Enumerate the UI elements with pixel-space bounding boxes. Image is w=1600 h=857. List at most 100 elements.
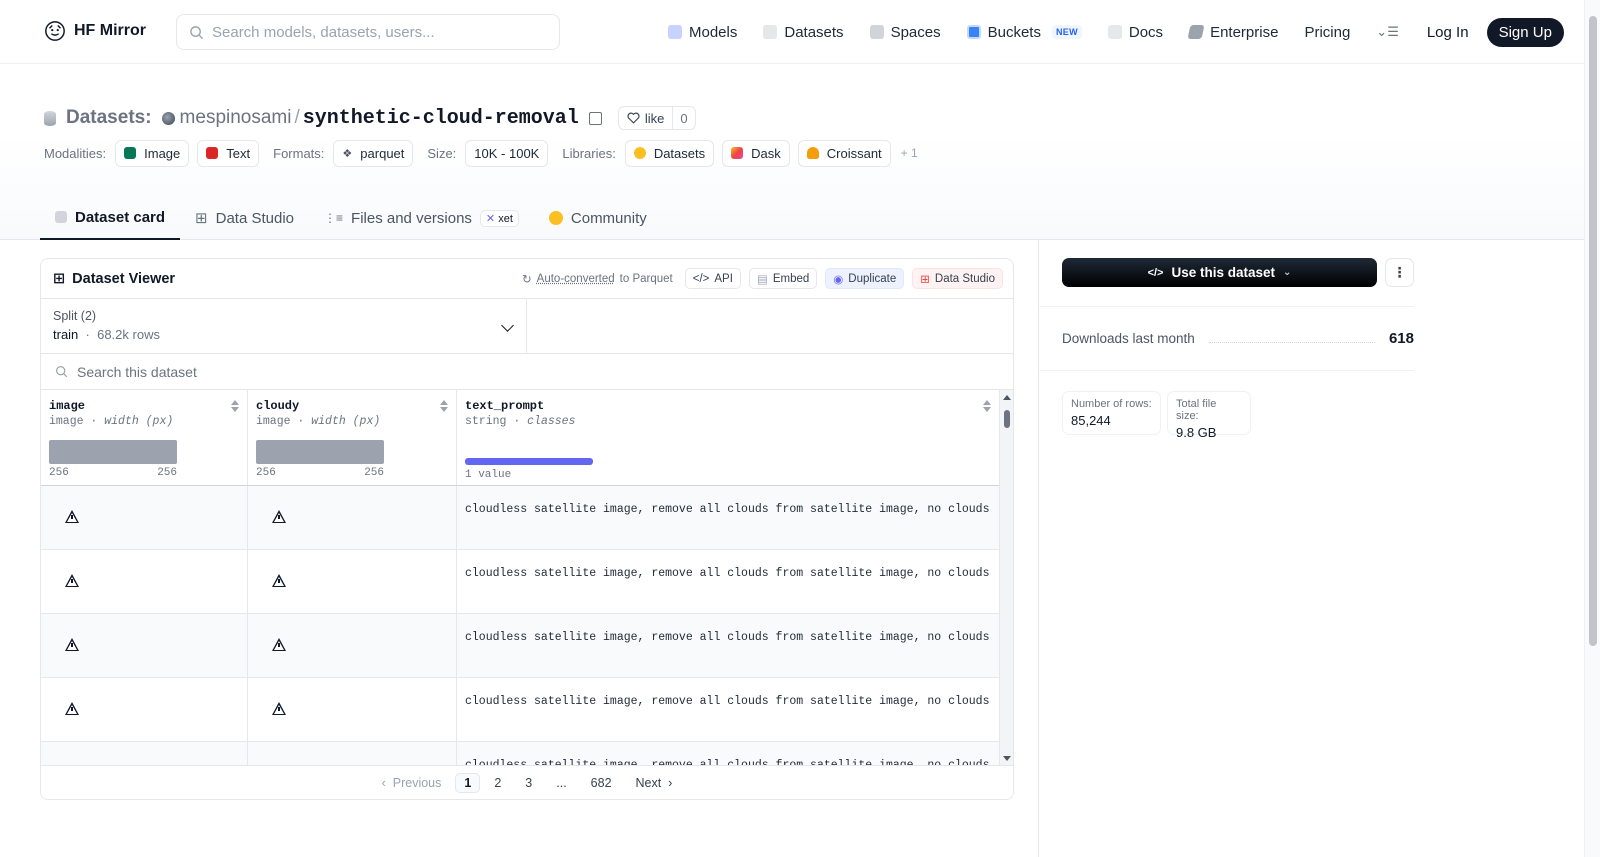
library-dask[interactable]: Dask: [722, 139, 790, 167]
data-table: image image · width (px) 256 256 cloudy i…: [41, 390, 1013, 766]
use-this-dataset-button[interactable]: </> Use this dataset ⌄: [1062, 258, 1377, 287]
table-row[interactable]: cloudless satellite image, remove all cl…: [41, 486, 1013, 550]
cloudy-cell[interactable]: [248, 550, 457, 613]
text-prompt-cell[interactable]: cloudless satellite image, remove all cl…: [457, 550, 999, 613]
table-row[interactable]: cloudless satellite image, remove all cl…: [41, 614, 1013, 678]
hf-datasets-icon: [633, 147, 646, 159]
nav-models[interactable]: Models: [668, 24, 737, 41]
page-1-button[interactable]: 1: [455, 772, 481, 793]
page-682-button[interactable]: 682: [581, 774, 622, 792]
page-scroll-thumb[interactable]: [1589, 16, 1597, 646]
embed-button[interactable]: ▤ Embed: [748, 268, 818, 289]
scroll-up-icon[interactable]: [1003, 395, 1011, 400]
sort-icon[interactable]: [983, 400, 991, 412]
title-prefix[interactable]: Datasets:: [66, 107, 152, 129]
modalities-group: Modalities: Image Text: [44, 139, 267, 167]
like-button[interactable]: like 0: [617, 106, 696, 130]
table-row[interactable]: cloudless satellite image, remove all cl…: [41, 742, 1013, 766]
cloudy-cell[interactable]: [248, 742, 457, 766]
hf-mirror-logo-icon: [45, 21, 65, 41]
nav-buckets[interactable]: Buckets NEW: [966, 24, 1082, 41]
nav-spaces[interactable]: Spaces: [869, 24, 941, 41]
nav-enterprise[interactable]: Enterprise: [1187, 24, 1278, 41]
kebab-icon: ⋮: [1392, 264, 1407, 280]
tab-data-studio[interactable]: ⊞ Data Studio: [180, 196, 309, 240]
dataset-name[interactable]: synthetic-cloud-removal: [303, 107, 579, 130]
refresh-icon: ↻: [522, 273, 532, 286]
data-studio-button[interactable]: ⊞ Data Studio: [912, 268, 1003, 289]
text-prompt-cell[interactable]: cloudless satellite image, remove all cl…: [457, 486, 999, 549]
next-page-button[interactable]: Next ›: [626, 774, 683, 792]
format-parquet[interactable]: ❖ parquet: [333, 139, 414, 167]
nav-pricing[interactable]: Pricing: [1304, 24, 1350, 41]
histogram-bar[interactable]: [49, 440, 177, 464]
image-cell[interactable]: [41, 742, 248, 766]
tab-dataset-card[interactable]: Dataset card: [40, 196, 181, 240]
size-chip[interactable]: 10K - 100K: [465, 139, 549, 167]
viewer-actions: ↻ Auto-converted to Parquet </> API ▤ Embed …: [522, 268, 1003, 289]
sort-icon[interactable]: [440, 400, 448, 412]
files-icon: ⋮≡: [324, 211, 344, 225]
heart-icon: [627, 112, 640, 124]
table-scroll-thumb[interactable]: [1004, 410, 1010, 428]
split-label: Split (2): [53, 309, 97, 323]
viewer-title: ⊞ Dataset Viewer: [53, 270, 176, 287]
image-cell[interactable]: [41, 614, 248, 677]
dataset-viewer: ⊞ Dataset Viewer ↻ Auto-converted to Parque…: [40, 258, 1014, 800]
copy-icon[interactable]: [588, 111, 602, 125]
table-scrollbar[interactable]: [999, 390, 1013, 766]
login-link[interactable]: Log In: [1427, 24, 1469, 41]
image-cell[interactable]: [41, 678, 248, 741]
cloudy-cell[interactable]: [248, 678, 457, 741]
column-header-image[interactable]: image image · width (px) 256 256: [41, 390, 248, 485]
auto-converted-link[interactable]: Auto-converted: [537, 273, 615, 285]
page-scrollbar[interactable]: [1584, 0, 1600, 857]
nav-datasets[interactable]: Datasets: [763, 24, 844, 41]
dataset-search-input[interactable]: Search this dataset: [41, 354, 1013, 390]
owner-avatar: [161, 111, 175, 125]
page-2-button[interactable]: 2: [484, 774, 511, 792]
duplicate-button[interactable]: ◉ Duplicate: [825, 268, 905, 289]
more-options-button[interactable]: ⋮: [1385, 258, 1414, 287]
modality-text[interactable]: Text: [197, 139, 260, 167]
downloads-stat: Downloads last month 618: [1062, 330, 1414, 347]
global-search-input[interactable]: Search models, datasets, users...: [176, 14, 560, 50]
sort-icon[interactable]: [231, 400, 239, 412]
libraries-more[interactable]: + 1: [901, 146, 918, 160]
scroll-down-icon[interactable]: [1003, 756, 1011, 761]
class-distribution-bar[interactable]: [465, 458, 593, 465]
rows-stat: Number of rows: 85,244: [1062, 391, 1161, 435]
column-header-text-prompt[interactable]: text_prompt string · classes 1 value: [457, 390, 999, 485]
split-selector[interactable]: Split (2) train · 68.2k rows: [41, 299, 527, 353]
text-prompt-cell[interactable]: cloudless satellite image, remove all cl…: [457, 678, 999, 741]
like-count: 0: [680, 110, 688, 126]
owner-link[interactable]: mespinosami: [180, 107, 292, 129]
cloudy-cell[interactable]: [248, 614, 457, 677]
modality-image[interactable]: Image: [115, 139, 190, 167]
api-button[interactable]: </> API: [684, 268, 741, 289]
brand-name: HF Mirror: [74, 22, 146, 39]
tab-community[interactable]: Community: [534, 196, 662, 240]
image-cell[interactable]: [41, 550, 248, 613]
table-row[interactable]: cloudless satellite image, remove all cl…: [41, 550, 1013, 614]
nav-docs[interactable]: Docs: [1107, 24, 1163, 41]
brand[interactable]: HF Mirror: [44, 20, 146, 42]
histogram-bar[interactable]: [256, 440, 384, 464]
page-3-button[interactable]: 3: [515, 774, 542, 792]
text-prompt-cell[interactable]: cloudless satellite image, remove all cl…: [457, 742, 999, 766]
image-cell[interactable]: [41, 486, 248, 549]
text-prompt-cell[interactable]: cloudless satellite image, remove all cl…: [457, 614, 999, 677]
previous-page-button[interactable]: ‹ Previous: [372, 774, 452, 792]
downloads-sparkline: [1208, 335, 1375, 343]
signup-button[interactable]: Sign Up: [1486, 17, 1564, 47]
size-stat: Total file size: 9.8 GB: [1167, 391, 1251, 440]
table-row[interactable]: cloudless satellite image, remove all cl…: [41, 678, 1013, 742]
more-menu-icon[interactable]: ⌄☰: [1376, 24, 1399, 40]
viewer-header: ⊞ Dataset Viewer ↻ Auto-converted to Parque…: [41, 259, 1013, 299]
tab-files-and-versions[interactable]: ⋮≡ Files and versions ✕ xet: [309, 196, 534, 240]
column-header-cloudy[interactable]: cloudy image · width (px) 256 256: [248, 390, 457, 485]
nav-links: Models Datasets Spaces Buckets NEW Docs E…: [668, 17, 1564, 47]
cloudy-cell[interactable]: [248, 486, 457, 549]
library-datasets[interactable]: Datasets: [624, 139, 715, 167]
library-croissant[interactable]: Croissant: [797, 139, 891, 167]
